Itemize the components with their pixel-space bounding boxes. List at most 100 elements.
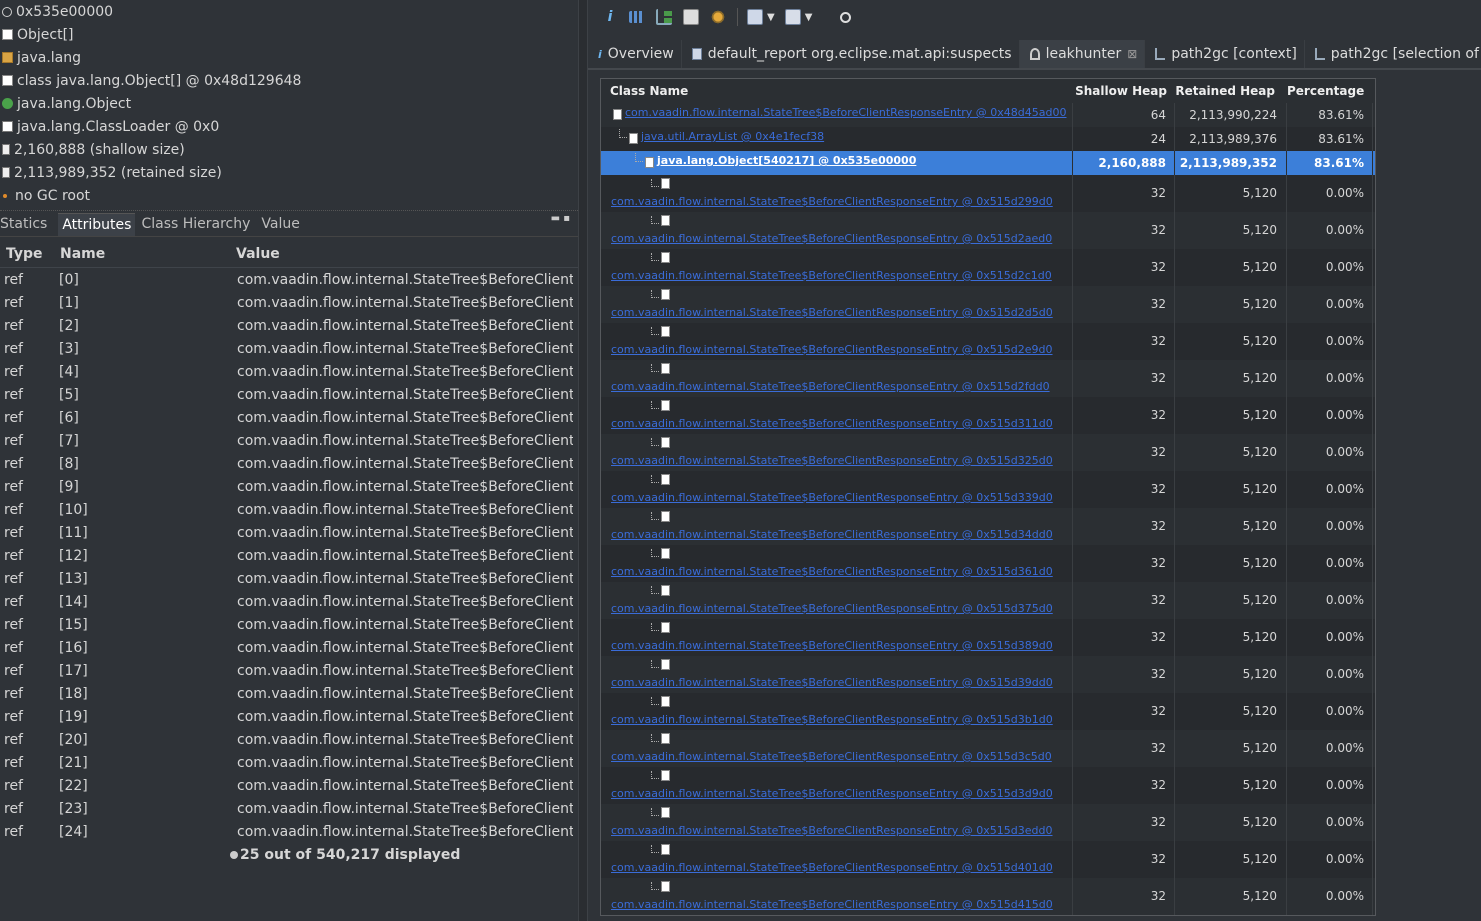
dominator-tree-icon[interactable] xyxy=(656,9,672,25)
tree-row[interactable]: java.util.ArrayList @ 0x4e1fecf38 24 2,113… xyxy=(601,127,1375,151)
object-link[interactable]: com.vaadin.flow.internal.StateTree$Befor… xyxy=(611,417,1053,430)
tree-row[interactable]: com.vaadin.flow.internal.StateTree$Befor… xyxy=(601,286,1375,323)
attribute-row[interactable]: ref [24] com.vaadin.flow.internal.StateTre… xyxy=(0,820,578,843)
tree-row[interactable]: com.vaadin.flow.internal.StateTree$Befor… xyxy=(601,397,1375,434)
object-link[interactable]: com.vaadin.flow.internal.StateTree$Befor… xyxy=(611,232,1052,245)
tree-row[interactable]: com.vaadin.flow.internal.StateTree$Befor… xyxy=(601,878,1375,915)
column-header-class-name[interactable]: Class Name xyxy=(601,79,1073,103)
column-header-shallow-heap[interactable]: Shallow Heap xyxy=(1073,79,1175,103)
attribute-row[interactable]: ref [0] com.vaadin.flow.internal.StateTree… xyxy=(0,268,578,291)
tree-row[interactable]: com.vaadin.flow.internal.StateTree$Befor… xyxy=(601,804,1375,841)
column-header-type[interactable]: Type xyxy=(0,246,58,262)
query-browser-icon[interactable] xyxy=(784,9,801,25)
tree-row[interactable]: com.vaadin.flow.internal.StateTree$Befor… xyxy=(601,434,1375,471)
attribute-row[interactable]: ref [21] com.vaadin.flow.internal.StateTre… xyxy=(0,751,578,774)
attribute-row[interactable]: ref [23] com.vaadin.flow.internal.StateTre… xyxy=(0,797,578,820)
minimize-maximize-icon[interactable]: ▬ ▪ xyxy=(551,213,570,224)
attribute-row[interactable]: ref [12] com.vaadin.flow.internal.StateTre… xyxy=(0,544,578,567)
column-header-value[interactable]: Value xyxy=(233,246,573,262)
object-link[interactable]: java.lang.Object[540217] @ 0x535e00000 xyxy=(657,154,916,167)
attribute-row[interactable]: ref [6] com.vaadin.flow.internal.StateTree… xyxy=(0,406,578,429)
tree-row[interactable]: com.vaadin.flow.internal.StateTree$Befor… xyxy=(601,841,1375,878)
object-link[interactable]: com.vaadin.flow.internal.StateTree$Befor… xyxy=(611,565,1053,578)
object-link[interactable]: com.vaadin.flow.internal.StateTree$Befor… xyxy=(611,269,1052,282)
editor-tab[interactable]: i Overview xyxy=(588,40,682,68)
attribute-row[interactable]: ref [8] com.vaadin.flow.internal.StateTree… xyxy=(0,452,578,475)
object-link[interactable]: com.vaadin.flow.internal.StateTree$Befor… xyxy=(611,195,1053,208)
tree-row[interactable]: com.vaadin.flow.internal.StateTree$Befor… xyxy=(601,656,1375,693)
histogram-icon[interactable] xyxy=(629,11,645,23)
tab-class-hierarchy[interactable]: Class Hierarchy xyxy=(141,213,255,236)
chevron-down-icon[interactable]: ▼ xyxy=(805,12,813,23)
object-link[interactable]: com.vaadin.flow.internal.StateTree$Befor… xyxy=(611,787,1053,800)
tree-row[interactable]: com.vaadin.flow.internal.StateTree$Befor… xyxy=(601,582,1375,619)
object-info-item[interactable]: 2,113,989,352 (retained size) xyxy=(0,161,578,184)
object-link[interactable]: com.vaadin.flow.internal.StateTree$Befor… xyxy=(611,639,1053,652)
attribute-row[interactable]: ref [5] com.vaadin.flow.internal.StateTree… xyxy=(0,383,578,406)
vertical-splitter[interactable] xyxy=(578,0,588,921)
object-info-item[interactable]: java.lang xyxy=(0,46,578,69)
object-link[interactable]: com.vaadin.flow.internal.StateTree$Befor… xyxy=(611,306,1053,319)
heap-dump-overview-icon[interactable] xyxy=(710,9,726,25)
tree-row[interactable]: com.vaadin.flow.internal.StateTree$Befor… xyxy=(601,175,1375,212)
info-icon[interactable]: i xyxy=(602,9,618,25)
attribute-row[interactable]: ref [19] com.vaadin.flow.internal.StateTre… xyxy=(0,705,578,728)
attribute-row[interactable]: ref [3] com.vaadin.flow.internal.StateTree… xyxy=(0,337,578,360)
object-info-item[interactable]: java.lang.ClassLoader @ 0x0 xyxy=(0,115,578,138)
object-link[interactable]: com.vaadin.flow.internal.StateTree$Befor… xyxy=(611,491,1053,504)
attribute-row[interactable]: ref [13] com.vaadin.flow.internal.StateTre… xyxy=(0,567,578,590)
tree-row[interactable]: com.vaadin.flow.internal.StateTree$Befor… xyxy=(601,212,1375,249)
column-header-percentage[interactable]: Percentage xyxy=(1287,79,1373,103)
tab-value[interactable]: Value xyxy=(261,213,304,236)
attribute-row[interactable]: ref [1] com.vaadin.flow.internal.StateTree… xyxy=(0,291,578,314)
object-link[interactable]: com.vaadin.flow.internal.StateTree$Befor… xyxy=(611,824,1052,837)
object-link[interactable]: com.vaadin.flow.internal.StateTree$Befor… xyxy=(611,528,1053,541)
close-icon[interactable]: ⊠ xyxy=(1127,47,1137,61)
object-link[interactable]: com.vaadin.flow.internal.StateTree$Befor… xyxy=(611,676,1053,689)
editor-tab[interactable]: path2gc [context] xyxy=(1145,40,1305,68)
object-link[interactable]: com.vaadin.flow.internal.StateTree$Befor… xyxy=(611,454,1053,467)
run-report-icon[interactable] xyxy=(747,9,763,25)
attribute-row[interactable]: ref [15] com.vaadin.flow.internal.StateTre… xyxy=(0,613,578,636)
object-link[interactable]: com.vaadin.flow.internal.StateTree$Befor… xyxy=(611,898,1053,911)
attribute-row[interactable]: ref [11] com.vaadin.flow.internal.StateTre… xyxy=(0,521,578,544)
object-link[interactable]: java.util.ArrayList @ 0x4e1fecf38 xyxy=(641,130,824,143)
object-link[interactable]: com.vaadin.flow.internal.StateTree$Befor… xyxy=(611,750,1052,763)
attribute-row[interactable]: ref [18] com.vaadin.flow.internal.StateTre… xyxy=(0,682,578,705)
attribute-row[interactable]: ref [22] com.vaadin.flow.internal.StateTre… xyxy=(0,774,578,797)
attribute-row[interactable]: ref [14] com.vaadin.flow.internal.StateTre… xyxy=(0,590,578,613)
object-info-item[interactable]: java.lang.Object xyxy=(0,92,578,115)
editor-tab[interactable]: leakhunter ⊠ xyxy=(1019,40,1146,68)
attribute-row[interactable]: ref [16] com.vaadin.flow.internal.StateTre… xyxy=(0,636,578,659)
chevron-down-icon[interactable]: ▼ xyxy=(767,12,775,23)
attribute-row[interactable]: ref [2] com.vaadin.flow.internal.StateTree… xyxy=(0,314,578,337)
object-link[interactable]: com.vaadin.flow.internal.StateTree$Befor… xyxy=(611,861,1053,874)
object-info-item[interactable]: class java.lang.Object[] @ 0x48d129648 xyxy=(0,69,578,92)
attribute-row[interactable]: ref [7] com.vaadin.flow.internal.StateTree… xyxy=(0,429,578,452)
attribute-row[interactable]: ref [10] com.vaadin.flow.internal.StateTre… xyxy=(0,498,578,521)
tree-row[interactable]: com.vaadin.flow.internal.StateTree$Befor… xyxy=(601,508,1375,545)
attribute-row[interactable]: ref [20] com.vaadin.flow.internal.StateTre… xyxy=(0,728,578,751)
tree-row[interactable]: com.vaadin.flow.internal.StateTree$Befor… xyxy=(601,767,1375,804)
editor-tab[interactable]: path2gc [selection of 'Stat xyxy=(1305,40,1481,68)
tree-row[interactable]: com.vaadin.flow.internal.StateTree$Befor… xyxy=(601,693,1375,730)
tab-statics[interactable]: Statics xyxy=(0,213,52,236)
object-link[interactable]: com.vaadin.flow.internal.StateTree$Befor… xyxy=(625,106,1066,119)
object-info-item[interactable]: 0x535e00000 xyxy=(0,0,578,23)
tab-attributes[interactable]: Attributes xyxy=(58,213,136,236)
attribute-row[interactable]: ref [4] com.vaadin.flow.internal.StateTree… xyxy=(0,360,578,383)
object-link[interactable]: com.vaadin.flow.internal.StateTree$Befor… xyxy=(611,713,1053,726)
object-info-item[interactable]: 2,160,888 (shallow size) xyxy=(0,138,578,161)
column-header-name[interactable]: Name xyxy=(58,246,233,262)
object-info-item[interactable]: Object[] xyxy=(0,23,578,46)
tree-row[interactable]: com.vaadin.flow.internal.StateTree$Befor… xyxy=(601,730,1375,767)
tree-row[interactable]: java.lang.Object[540217] @ 0x535e00000 2,… xyxy=(601,151,1375,175)
tree-row[interactable]: com.vaadin.flow.internal.StateTree$Befor… xyxy=(601,249,1375,286)
object-info-item[interactable]: no GC root xyxy=(0,184,578,207)
column-header-retained-heap[interactable]: Retained Heap xyxy=(1175,79,1287,103)
tree-row[interactable]: com.vaadin.flow.internal.StateTree$Befor… xyxy=(601,360,1375,397)
oql-icon[interactable] xyxy=(683,9,699,25)
editor-tab[interactable]: default_report org.eclipse.mat.api:suspe… xyxy=(682,40,1020,68)
tree-row[interactable]: com.vaadin.flow.internal.StateTree$Befor… xyxy=(601,545,1375,582)
attribute-row[interactable]: ref [9] com.vaadin.flow.internal.StateTree… xyxy=(0,475,578,498)
